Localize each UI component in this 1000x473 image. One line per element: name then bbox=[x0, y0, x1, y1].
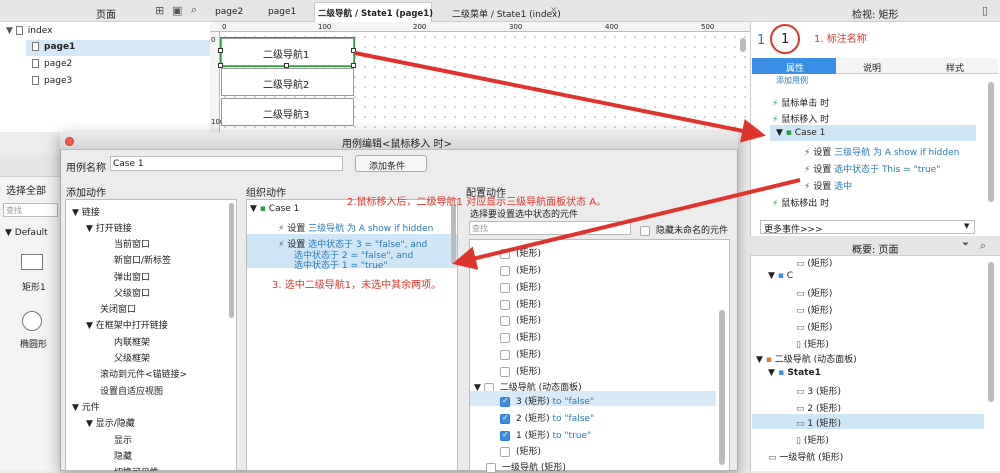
arrow-to-organize bbox=[452, 178, 801, 270]
annotation-arrows bbox=[354, 51, 801, 270]
arrow-to-case bbox=[354, 51, 766, 143]
